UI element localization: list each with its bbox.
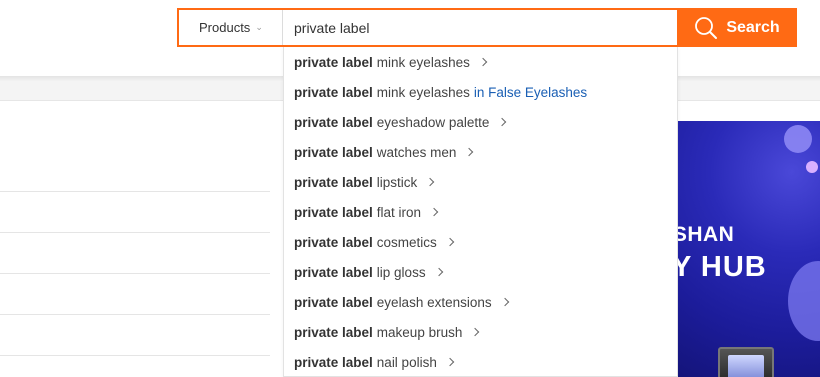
search-box: Products ⌄ bbox=[177, 8, 679, 47]
suggestion-item[interactable]: private label eyelash extensions bbox=[284, 287, 677, 317]
magnifier-icon bbox=[695, 16, 718, 39]
lamp-product-image bbox=[718, 347, 774, 377]
suggestion-category-link[interactable]: in False Eyelashes bbox=[474, 85, 587, 100]
chevron-right-icon bbox=[500, 297, 509, 307]
suggestion-query-text: private label bbox=[294, 144, 373, 160]
suggestion-completion-text: mink eyelashes bbox=[376, 84, 470, 100]
suggestion-item[interactable]: private label nail polish bbox=[284, 347, 677, 377]
suggestion-completion-text: eyeshadow palette bbox=[376, 114, 490, 130]
suggestion-completion-text: lipstick bbox=[376, 174, 418, 190]
suggestion-item[interactable]: private label eyeshadow palette bbox=[284, 107, 677, 137]
suggestion-query-text: private label bbox=[294, 264, 373, 280]
suggestion-item[interactable]: private label makeup brush bbox=[284, 317, 677, 347]
suggestion-query-text: private label bbox=[294, 204, 373, 220]
search-suggestions-dropdown: private label mink eyelashes private label… bbox=[283, 47, 678, 377]
suggestion-query-text: private label bbox=[294, 114, 373, 130]
search-category-select[interactable]: Products ⌄ bbox=[179, 10, 283, 45]
suggestion-query-text: private label bbox=[294, 84, 373, 100]
chevron-right-icon bbox=[498, 117, 507, 127]
suggestion-item[interactable]: private label cosmetics bbox=[284, 227, 677, 257]
suggestion-item[interactable]: private label flat iron bbox=[284, 197, 677, 227]
search-button[interactable]: Search bbox=[677, 8, 797, 47]
suggestion-item[interactable]: private label lipstick bbox=[284, 167, 677, 197]
left-list-divider bbox=[0, 232, 270, 233]
suggestion-query-text: private label bbox=[294, 234, 373, 250]
suggestion-query-text: private label bbox=[294, 354, 373, 370]
suggestion-item[interactable]: private label mink eyelashes in False Eyel… bbox=[284, 77, 677, 107]
search-button-label: Search bbox=[726, 18, 780, 36]
suggestion-item[interactable]: private label watches men bbox=[284, 137, 677, 167]
chevron-right-icon bbox=[471, 327, 480, 337]
decorative-bubble bbox=[806, 161, 818, 173]
suggestion-query-text: private label bbox=[294, 174, 373, 190]
chevron-right-icon bbox=[434, 267, 443, 277]
chevron-right-icon bbox=[478, 57, 488, 67]
chevron-right-icon bbox=[445, 357, 455, 367]
chevron-right-icon bbox=[426, 177, 435, 187]
suggestion-query-text: private label bbox=[294, 294, 373, 310]
page: Products ⌄ Search private labelmink eyel… bbox=[0, 0, 820, 377]
decorative-bubble bbox=[784, 125, 812, 153]
promo-banner[interactable]: GSHAN Y HUB bbox=[678, 121, 820, 377]
chevron-down-icon: ⌄ bbox=[255, 22, 263, 32]
chevron-right-icon bbox=[465, 147, 474, 157]
chevron-right-icon bbox=[429, 207, 439, 217]
suggestion-completion-text: flat iron bbox=[376, 204, 422, 220]
suggestion-completion-text: makeup brush bbox=[376, 324, 463, 340]
suggestion-query-text: private label bbox=[294, 324, 373, 340]
chevron-right-icon bbox=[445, 237, 455, 247]
suggestion-completion-text: nail polish bbox=[376, 354, 437, 370]
suggestion-completion-text: lip gloss bbox=[376, 264, 426, 280]
suggestion-completion-text: watches men bbox=[376, 144, 457, 160]
search-input[interactable] bbox=[284, 10, 677, 45]
left-list-divider bbox=[0, 314, 270, 315]
left-list-divider bbox=[0, 355, 270, 356]
left-list-divider bbox=[0, 191, 270, 192]
banner-headline: GSHAN bbox=[678, 223, 735, 246]
left-list-divider bbox=[0, 273, 270, 274]
banner-subheadline: Y HUB bbox=[678, 251, 767, 283]
decorative-bubble bbox=[788, 261, 820, 341]
suggestion-completion-text: mink eyelashes bbox=[376, 54, 470, 70]
suggestion-completion-text: eyelash extensions bbox=[376, 294, 492, 310]
suggestion-item[interactable]: private label lip gloss bbox=[284, 257, 677, 287]
search-category-label: Products bbox=[199, 20, 251, 35]
suggestion-query-text: private label bbox=[294, 54, 373, 70]
suggestion-completion-text: cosmetics bbox=[376, 234, 437, 250]
suggestion-item[interactable]: private label mink eyelashes bbox=[284, 47, 677, 77]
